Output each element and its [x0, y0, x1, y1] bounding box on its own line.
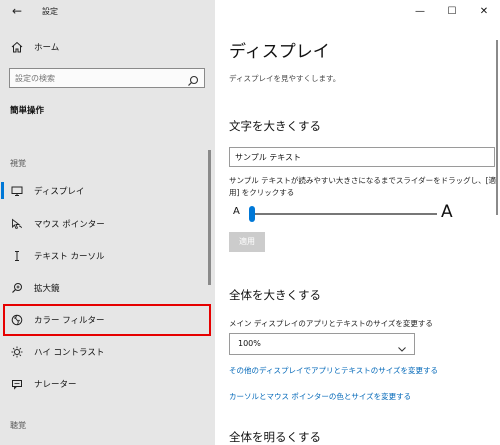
- mouse-pointer-icon: [0, 218, 34, 230]
- section-title: 簡単操作: [10, 106, 45, 116]
- app-title: 設定: [42, 7, 58, 16]
- title-bar: ← 設定: [0, 0, 215, 26]
- text-size-description: サンプル テキストが読みやすい大きさになるまでスライダーをドラッグし、[適用] …: [229, 176, 497, 197]
- minimize-icon: —: [415, 5, 425, 17]
- sidebar-item-home[interactable]: ホーム: [0, 32, 210, 62]
- search-box[interactable]: [9, 68, 205, 88]
- main-scrollbar[interactable]: [496, 40, 498, 215]
- brighter-heading: 全体を明るくする: [229, 430, 321, 444]
- sample-text-box: サンプル テキスト: [229, 147, 495, 167]
- page-subtitle: ディスプレイを見やすくします。: [229, 74, 341, 83]
- text-size-slider[interactable]: [249, 213, 437, 215]
- highlight-box: [3, 304, 211, 336]
- sidebar-item-mouse-pointer[interactable]: マウス ポインター: [0, 209, 210, 239]
- close-icon: ✕: [479, 5, 489, 17]
- cursor-pointer-link[interactable]: カーソルとマウス ポインターの色とサイズを変更する: [229, 391, 411, 402]
- sidebar-item-magnifier[interactable]: 拡大鏡: [0, 273, 210, 303]
- group-heading-vision: 視覚: [10, 159, 26, 168]
- maximize-icon: ☐: [447, 5, 457, 17]
- window-controls: — ☐ ✕: [404, 0, 500, 22]
- high-contrast-icon: [0, 346, 34, 358]
- close-button[interactable]: ✕: [468, 0, 500, 22]
- slider-max-label: A: [441, 202, 453, 222]
- search-icon[interactable]: [187, 72, 199, 86]
- slider-min-label: A: [233, 206, 240, 217]
- page-title: ディスプレイ: [229, 42, 330, 62]
- sidebar-item-label: ディスプレイ: [34, 187, 85, 197]
- monitor-icon: [0, 185, 34, 197]
- chevron-down-icon: [397, 339, 407, 352]
- text-cursor-icon: [0, 250, 34, 262]
- text-size-heading: 文字を大きくする: [229, 119, 321, 133]
- sidebar-item-narrator[interactable]: ナレーター: [0, 369, 210, 399]
- other-displays-link[interactable]: その他のディスプレイでアプリとテキストのサイズを変更する: [229, 365, 438, 376]
- sidebar-item-display[interactable]: ディスプレイ: [0, 176, 210, 206]
- slider-thumb[interactable]: [249, 206, 255, 222]
- magnifier-icon: [0, 282, 34, 294]
- maximize-button[interactable]: ☐: [436, 0, 468, 22]
- scale-value: 100%: [238, 339, 261, 348]
- group-heading-hearing: 聴覚: [10, 421, 26, 430]
- apply-button[interactable]: 適用: [229, 232, 265, 252]
- sidebar-item-label: ナレーター: [34, 380, 77, 390]
- sidebar-scrollbar[interactable]: [208, 150, 211, 285]
- everything-bigger-heading: 全体を大きくする: [229, 288, 321, 302]
- search-input[interactable]: [15, 71, 175, 85]
- sidebar-item-high-contrast[interactable]: ハイ コントラスト: [0, 337, 210, 367]
- sidebar-item-label: ホーム: [34, 43, 60, 53]
- main-content: — ☐ ✕ ディスプレイ ディスプレイを見やすくします。 文字を大きくする サン…: [215, 0, 500, 445]
- sidebar-item-label: 拡大鏡: [34, 284, 60, 294]
- sample-text: サンプル テキスト: [235, 153, 302, 162]
- settings-window: ← 設定 ホーム 簡単操作 視覚 ディスプレイ: [0, 0, 500, 445]
- back-arrow-icon: ←: [11, 4, 23, 18]
- sidebar-item-label: ハイ コントラスト: [34, 348, 105, 358]
- minimize-button[interactable]: —: [404, 0, 436, 22]
- scale-label: メイン ディスプレイのアプリとテキストのサイズを変更する: [229, 319, 433, 328]
- narrator-icon: [0, 378, 34, 390]
- home-icon: [0, 41, 34, 53]
- sidebar-item-text-cursor[interactable]: テキスト カーソル: [0, 241, 210, 271]
- scale-dropdown[interactable]: 100%: [229, 333, 415, 355]
- sidebar: ← 設定 ホーム 簡単操作 視覚 ディスプレイ: [0, 0, 215, 445]
- sidebar-item-label: テキスト カーソル: [34, 252, 105, 262]
- back-button[interactable]: ←: [9, 3, 25, 19]
- sidebar-item-label: マウス ポインター: [34, 220, 105, 230]
